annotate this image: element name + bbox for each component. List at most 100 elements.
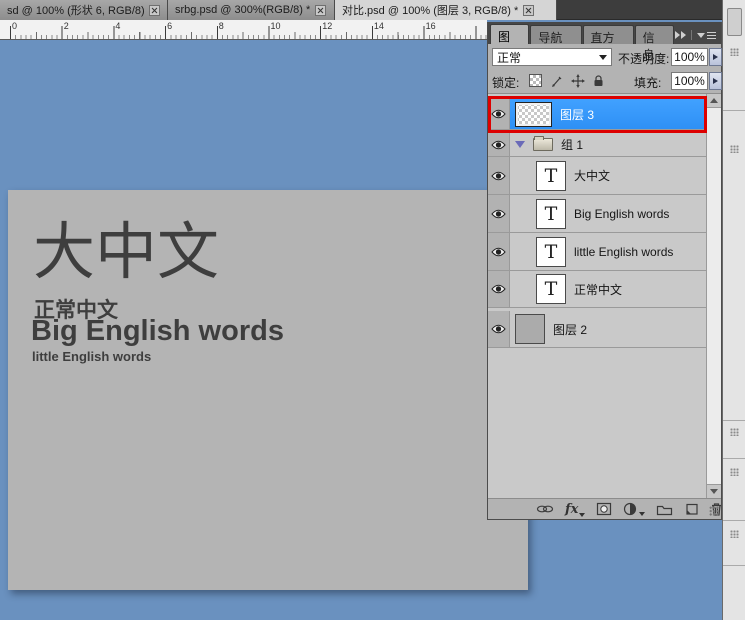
scrollbar[interactable] <box>706 94 721 498</box>
new-group-icon[interactable] <box>656 503 673 516</box>
tab-layers[interactable]: 图层 <box>490 24 530 61</box>
document-tab-2[interactable]: srbg.psd @ 300%(RGB/8) * <box>168 0 335 20</box>
document-tab-label: srbg.psd @ 300%(RGB/8) * <box>175 4 311 16</box>
blend-mode-select[interactable]: 正常 <box>492 48 612 66</box>
layer-row-group1[interactable]: 组 1 <box>488 133 706 157</box>
fill-label: 填充: <box>634 76 662 90</box>
visibility-toggle[interactable] <box>488 99 510 129</box>
link-layers-icon[interactable] <box>536 503 554 515</box>
layer-thumbnail[interactable] <box>515 101 552 127</box>
scroll-down-icon[interactable] <box>707 484 721 498</box>
document-tab-3-active[interactable]: 对比.psd @ 100% (图层 3, RGB/8) * <box>335 0 557 20</box>
ruler-label: 12 <box>322 21 333 31</box>
horizontal-ruler[interactable]: 0 2 4 6 8 10 12 14 16 <box>0 20 487 40</box>
dock-grip-icon[interactable] <box>730 428 739 436</box>
eye-icon <box>491 284 506 294</box>
dock-grip-icon[interactable] <box>730 530 739 538</box>
blend-mode-value: 正常 <box>497 50 522 65</box>
canvas-text-little-english: little English words <box>32 349 152 364</box>
ruler-label: 8 <box>218 21 224 31</box>
eye-icon <box>491 247 506 256</box>
panel-resize-grip[interactable] <box>709 506 719 516</box>
layer-row-layer3[interactable]: 图层 3 <box>488 99 706 130</box>
ruler-label: 0 <box>12 21 18 31</box>
text-layer-icon[interactable]: T <box>536 160 566 191</box>
ruler-label: 10 <box>270 21 281 31</box>
dock-collapse-button[interactable] <box>727 8 742 36</box>
close-icon[interactable] <box>523 4 535 16</box>
dock-grip-icon[interactable] <box>730 468 739 476</box>
close-icon[interactable] <box>315 4 327 16</box>
visibility-toggle[interactable] <box>488 233 510 270</box>
layer-row-littleen[interactable]: T little English words <box>488 233 706 271</box>
layer-row-bigcn[interactable]: T 大中文 <box>488 157 706 195</box>
layer-mask-icon[interactable] <box>596 502 612 516</box>
document-tab-1[interactable]: sd @ 100% (形状 6, RGB/8) <box>0 0 168 20</box>
group-expand-icon[interactable] <box>515 141 525 148</box>
eye-icon <box>491 209 506 218</box>
document-tab-label: 对比.psd @ 100% (图层 3, RGB/8) * <box>342 5 519 17</box>
layer-thumbnail[interactable] <box>515 314 545 344</box>
tab-histogram[interactable]: 直方图 <box>582 25 634 62</box>
opacity-slider-button[interactable] <box>709 48 722 66</box>
eye-icon <box>491 324 506 334</box>
ruler-label: 6 <box>167 21 173 31</box>
ruler-label: 14 <box>373 21 384 31</box>
layer-row-layer2[interactable]: 图层 2 <box>488 311 706 348</box>
dock-strip <box>722 0 745 620</box>
text-layer-icon[interactable]: T <box>536 236 566 267</box>
layer-name: 图层 2 <box>553 322 588 337</box>
panel-bottom-toolbar: fx <box>488 498 722 519</box>
document-tabbar: sd @ 100% (形状 6, RGB/8) srbg.psd @ 300%(… <box>0 0 722 20</box>
lock-position-icon[interactable] <box>570 73 585 88</box>
eye-icon <box>491 140 506 149</box>
scroll-up-icon[interactable] <box>707 94 721 108</box>
visibility-toggle[interactable] <box>488 311 510 347</box>
layer-row-bigen[interactable]: T Big English words <box>488 195 706 233</box>
lock-all-icon[interactable] <box>591 73 606 88</box>
fill-input[interactable]: 100% <box>671 72 708 90</box>
arrow-right-icon <box>713 54 718 60</box>
folder-icon[interactable] <box>533 136 553 151</box>
panel-tabbar: 图层 导航器 直方图 信息 <box>488 22 721 62</box>
canvas-text-big-chinese: 大中文 <box>33 215 220 288</box>
new-layer-icon[interactable] <box>684 502 699 516</box>
panel-menu-icon[interactable] <box>697 31 716 39</box>
document-tab-label: sd @ 100% (形状 6, RGB/8) <box>7 5 144 17</box>
ruler-label: 16 <box>425 21 436 31</box>
tab-info[interactable]: 信息 <box>634 25 674 62</box>
visibility-toggle[interactable] <box>488 271 510 307</box>
ruler-label: 2 <box>63 21 69 31</box>
layer-name: Big English words <box>574 206 670 221</box>
collapse-panel-icon[interactable] <box>675 31 686 39</box>
blend-opacity-row: 正常 不透明度: 100% <box>488 44 722 70</box>
layer-name: 图层 3 <box>560 107 595 122</box>
lock-label: 锁定: <box>492 76 520 90</box>
arrow-right-icon <box>713 78 718 84</box>
opacity-input[interactable]: 100% <box>671 48 708 66</box>
visibility-toggle[interactable] <box>488 157 510 194</box>
separator <box>691 30 692 40</box>
visibility-toggle[interactable] <box>488 195 510 232</box>
fill-slider-button[interactable] <box>709 72 722 90</box>
dock-grip-icon[interactable] <box>730 48 739 56</box>
dock-grip-icon[interactable] <box>730 145 739 153</box>
chevron-down-icon <box>599 54 607 60</box>
lock-pixels-icon[interactable] <box>549 73 564 88</box>
photoshop-window: sd @ 100% (形状 6, RGB/8) srbg.psd @ 300%(… <box>0 0 745 620</box>
layer-row-normcn[interactable]: T 正常中文 <box>488 271 706 308</box>
tab-navigator[interactable]: 导航器 <box>530 25 582 62</box>
visibility-toggle[interactable] <box>488 133 510 156</box>
layers-panel: 图层 导航器 直方图 信息 正常 不透明度: 100% 锁定: <box>487 22 722 520</box>
text-layer-icon[interactable]: T <box>536 274 566 304</box>
close-icon[interactable] <box>149 4 160 16</box>
eye-icon <box>491 171 506 180</box>
layer-style-icon[interactable]: fx <box>565 502 586 517</box>
eye-icon <box>491 109 506 119</box>
adjustment-layer-icon[interactable] <box>623 502 646 516</box>
lock-transparency-icon[interactable] <box>528 73 543 88</box>
text-layer-icon[interactable]: T <box>536 198 566 229</box>
opacity-label: 不透明度: <box>618 52 670 66</box>
layer-list: 图层 3 组 1 T 大中文 T Big English words T lit… <box>488 94 721 498</box>
layer-name: 组 1 <box>561 138 584 152</box>
